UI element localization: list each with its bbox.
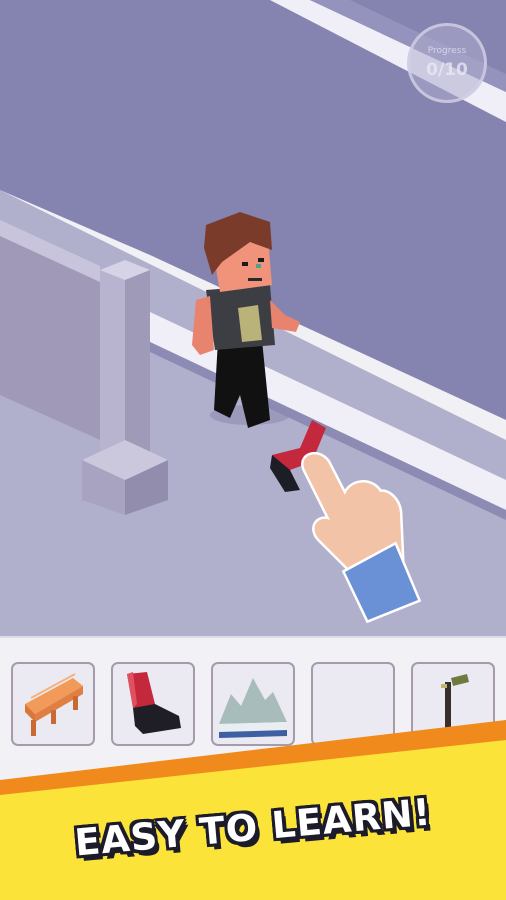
progress-label: Progress bbox=[427, 46, 467, 56]
game-scene[interactable]: Progress 0/10 bbox=[0, 0, 506, 636]
progress-value: 0/10 bbox=[426, 60, 468, 80]
progress-counter: Progress 0/10 bbox=[407, 23, 487, 103]
